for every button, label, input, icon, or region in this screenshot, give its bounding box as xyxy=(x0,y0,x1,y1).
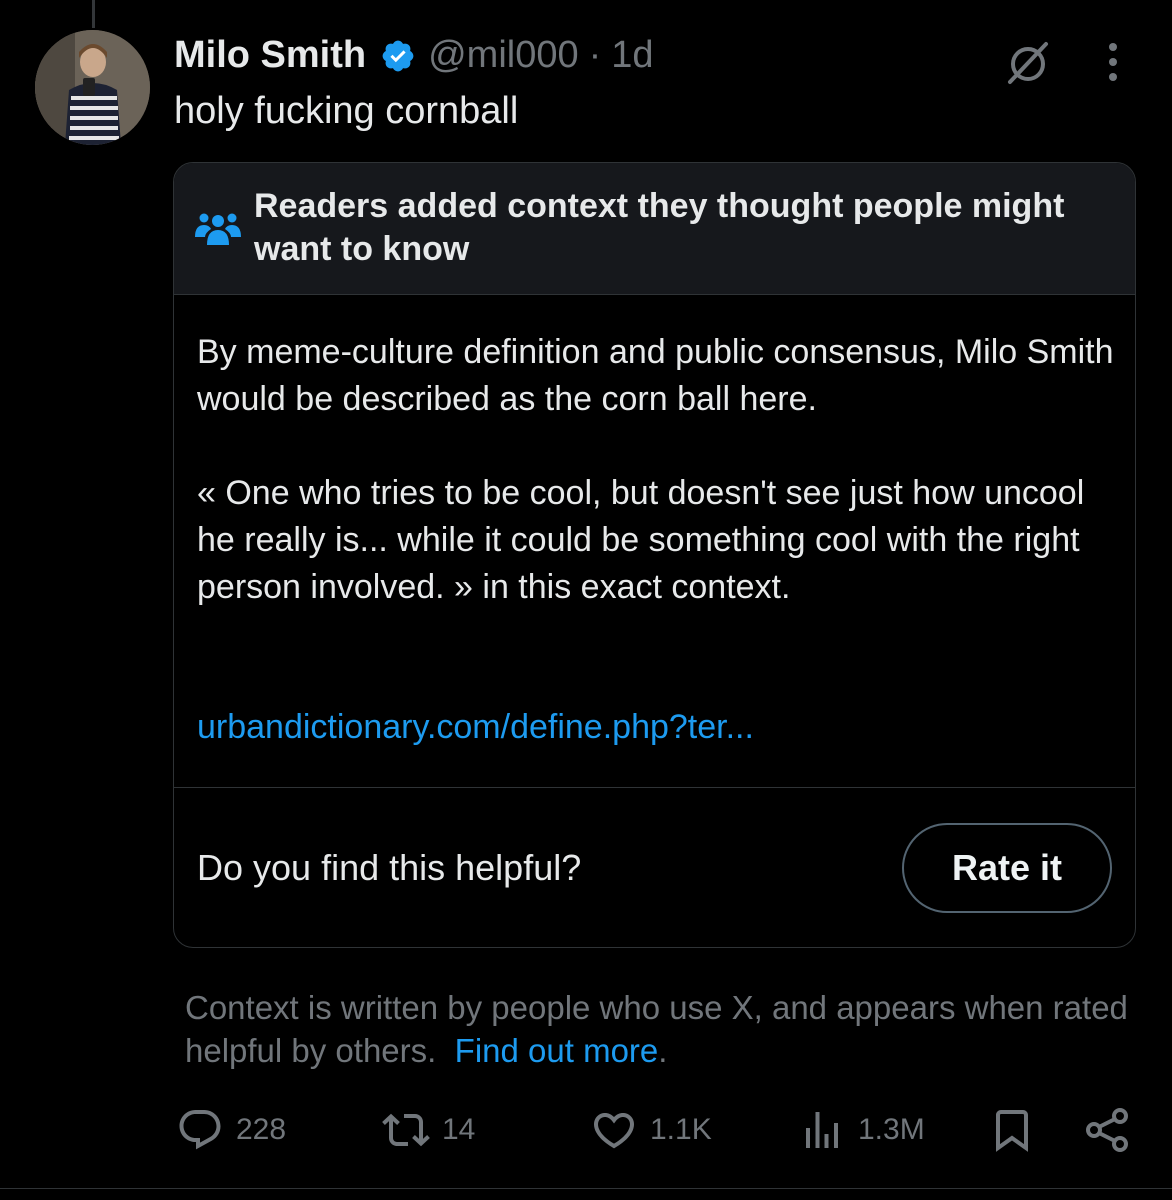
community-note-title: Readers added context they thought peopl… xyxy=(254,187,1065,268)
more-vertical-icon[interactable] xyxy=(1100,40,1126,84)
share-icon xyxy=(1086,1108,1128,1152)
context-disclaimer: Context is written by people who use X, … xyxy=(185,986,1145,1072)
community-note-card: Readers added context they thought peopl… xyxy=(173,162,1136,948)
community-note-body: By meme-culture definition and public co… xyxy=(197,329,1127,611)
author-handle[interactable]: @mil000 xyxy=(428,34,579,77)
views-button[interactable]: 1.3M xyxy=(798,1100,925,1160)
divider xyxy=(174,787,1135,788)
avatar[interactable] xyxy=(35,30,150,145)
bookmark-button[interactable] xyxy=(988,1100,1036,1160)
heart-icon xyxy=(593,1113,635,1149)
reply-button[interactable]: 228 xyxy=(176,1100,286,1160)
note-paragraph-1: By meme-culture definition and public co… xyxy=(197,333,1114,418)
repost-icon xyxy=(382,1113,430,1147)
rate-it-button[interactable]: Rate it xyxy=(902,823,1112,913)
share-button[interactable] xyxy=(1084,1100,1132,1160)
repost-count: 14 xyxy=(442,1113,476,1146)
helpful-question: Do you find this helpful? xyxy=(197,847,582,888)
like-button[interactable]: 1.1K xyxy=(590,1100,712,1160)
grok-icon[interactable] xyxy=(1004,38,1052,86)
repost-button[interactable]: 14 xyxy=(382,1100,475,1160)
thread-connector-line xyxy=(92,0,95,28)
separator-dot: · xyxy=(588,34,602,76)
verified-badge-icon[interactable] xyxy=(380,38,416,74)
view-count: 1.3M xyxy=(858,1113,925,1146)
author-name[interactable]: Milo Smith xyxy=(174,34,366,77)
note-source-link[interactable]: urbandictionary.com/define.php?ter... xyxy=(197,708,754,747)
tweet-text: holy fucking cornball xyxy=(174,90,519,132)
tweet-timestamp[interactable]: 1d xyxy=(611,34,653,77)
find-out-more-link[interactable]: Find out more xyxy=(455,1032,659,1069)
note-paragraph-2: « One who tries to be cool, but doesn't … xyxy=(197,474,1085,606)
disclaimer-period: . xyxy=(658,1032,668,1069)
tweet-action-bar: 228 14 1.1K 1.3M xyxy=(0,1100,1172,1160)
analytics-icon xyxy=(806,1112,838,1148)
community-note-header: Readers added context they thought peopl… xyxy=(174,163,1135,295)
bookmark-icon xyxy=(996,1110,1028,1152)
people-group-icon xyxy=(195,213,241,245)
like-count: 1.1K xyxy=(650,1113,712,1146)
tweet-header: Milo Smith @mil000 · 1d xyxy=(174,34,654,77)
tweet-bottom-border xyxy=(0,1188,1172,1189)
reply-count: 228 xyxy=(236,1113,287,1146)
avatar-photo xyxy=(35,30,150,145)
reply-icon xyxy=(179,1110,221,1150)
